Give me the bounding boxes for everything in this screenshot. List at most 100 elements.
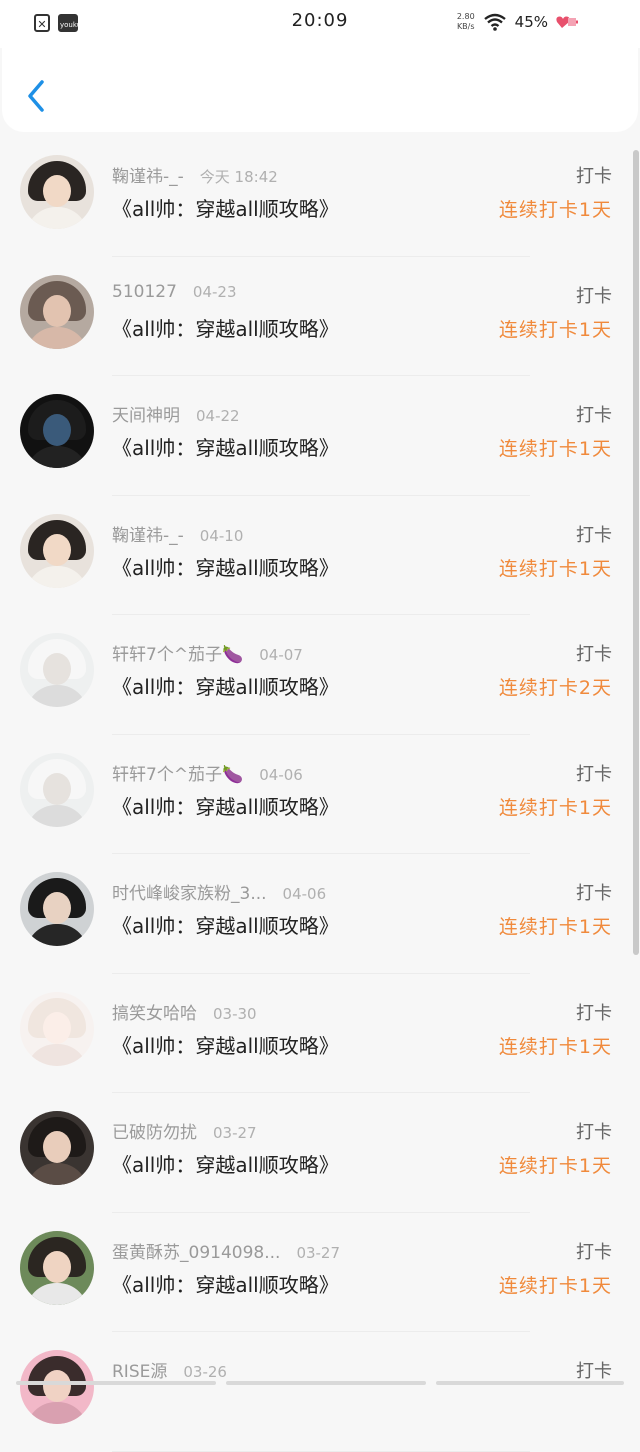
list-item[interactable]: 已破防勿扰 03-27 《all帅：穿越all顺攻略》 打卡 连续打卡1天 bbox=[0, 1093, 630, 1213]
avatar-body bbox=[26, 446, 88, 468]
avatar-body bbox=[26, 804, 88, 827]
avatar-face bbox=[43, 653, 71, 685]
user-name[interactable]: 天间神明 bbox=[112, 406, 180, 426]
list-item[interactable]: 510127 04-23 《all帅：穿越all顺攻略》 打卡 连续打卡1天 bbox=[0, 257, 630, 376]
post-date: 03-26 bbox=[183, 1363, 227, 1381]
battery-percent: 45% bbox=[514, 13, 548, 31]
post-date: 03-30 bbox=[213, 1004, 257, 1023]
streak-label: 连续打卡1天 bbox=[498, 916, 612, 938]
user-name[interactable]: 510127 bbox=[112, 282, 177, 302]
avatar[interactable] bbox=[20, 1230, 94, 1305]
avatar-body bbox=[26, 207, 88, 229]
avatar[interactable] bbox=[20, 633, 94, 707]
avatar[interactable] bbox=[20, 991, 94, 1066]
book-title[interactable]: 《all帅：穿越all顺攻略》 bbox=[112, 193, 339, 222]
post-date: 03-27 bbox=[296, 1243, 341, 1262]
avatar-face bbox=[43, 414, 71, 446]
checkin-label: 打卡 bbox=[576, 285, 612, 307]
post-date: 04-23 bbox=[192, 282, 237, 301]
avatar[interactable] bbox=[20, 872, 94, 946]
checkin-label: 打卡 bbox=[576, 1361, 612, 1382]
streak-label: 连续打卡1天 bbox=[498, 438, 612, 460]
avatar[interactable] bbox=[20, 274, 94, 349]
list-item[interactable]: 鞠谨祎-_- 今天 18:42 《all帅：穿越all顺攻略》 打卡 连续打卡1天 bbox=[0, 137, 630, 257]
user-name[interactable]: RISE源 bbox=[112, 1362, 167, 1382]
avatar[interactable] bbox=[20, 752, 94, 827]
user-meta: 蛋黄酥苏_0914098... 03-27 bbox=[112, 1238, 340, 1263]
user-meta: 鞠谨祎-_- 04-10 bbox=[112, 521, 243, 546]
list-item[interactable]: 轩轩7个^茄子🍆 04-07 《all帅：穿越all顺攻略》 打卡 连续打卡2天 bbox=[0, 615, 630, 735]
user-meta: 鞠谨祎-_- 今天 18:42 bbox=[112, 162, 278, 187]
avatar-face bbox=[43, 772, 71, 805]
avatar[interactable] bbox=[20, 394, 94, 468]
avatar-face bbox=[43, 175, 71, 207]
book-title[interactable]: 《all帅：穿越all顺攻略》 bbox=[112, 1030, 339, 1059]
avatar-face bbox=[43, 294, 71, 327]
post-date: 03-27 bbox=[213, 1124, 257, 1142]
avatar[interactable] bbox=[20, 1111, 94, 1185]
book-title[interactable]: 《all帅：穿越all顺攻略》 bbox=[112, 1149, 339, 1178]
user-meta: 天间神明 04-22 bbox=[112, 401, 240, 426]
user-meta: RISE源 03-26 bbox=[112, 1357, 227, 1382]
list-item[interactable]: RISE源 03-26 打卡 bbox=[0, 1332, 630, 1452]
avatar-face bbox=[43, 1131, 71, 1163]
avatar[interactable] bbox=[20, 155, 94, 229]
avatar[interactable] bbox=[20, 1350, 94, 1424]
checkin-list: 鞠谨祎-_- 今天 18:42 《all帅：穿越all顺攻略》 打卡 连续打卡1天… bbox=[0, 137, 630, 1452]
user-name[interactable]: 时代峰峻家族粉_3... bbox=[112, 884, 267, 904]
user-meta: 轩轩7个^茄子🍆 04-06 bbox=[112, 760, 303, 785]
streak-label: 连续打卡1天 bbox=[498, 199, 612, 221]
avatar-body bbox=[26, 326, 88, 349]
post-date: 04-06 bbox=[282, 885, 327, 903]
book-title[interactable]: 《all帅：穿越all顺攻略》 bbox=[112, 313, 339, 342]
user-name[interactable]: 搞笑女哈哈 bbox=[112, 1004, 197, 1024]
streak-label: 连续打卡1天 bbox=[498, 557, 612, 580]
user-meta: 时代峰峻家族粉_3... 04-06 bbox=[112, 879, 326, 904]
user-name[interactable]: 轩轩7个^茄子🍆 bbox=[112, 765, 243, 785]
streak-label: 连续打卡1天 bbox=[498, 318, 612, 341]
book-title[interactable]: 《all帅：穿越all顺攻略》 bbox=[112, 791, 339, 820]
checkin-label: 打卡 bbox=[576, 405, 612, 426]
list-item[interactable]: 时代峰峻家族粉_3... 04-06 《all帅：穿越all顺攻略》 打卡 连续打… bbox=[0, 854, 630, 974]
streak-label: 连续打卡1天 bbox=[498, 1035, 612, 1058]
wifi-icon bbox=[483, 13, 506, 31]
user-name[interactable]: 鞠谨祎-_- bbox=[112, 167, 184, 187]
list-item[interactable]: 鞠谨祎-_- 04-10 《all帅：穿越all顺攻略》 打卡 连续打卡1天 bbox=[0, 496, 630, 615]
bottom-indicator bbox=[16, 1381, 624, 1385]
avatar-body bbox=[26, 1282, 88, 1305]
network-speed-value: 2.80 bbox=[456, 12, 475, 21]
post-date: 04-06 bbox=[259, 765, 303, 784]
avatar-body bbox=[26, 565, 88, 588]
user-name[interactable]: 鞠谨祎-_- bbox=[112, 526, 184, 546]
list-item[interactable]: 搞笑女哈哈 03-30 《all帅：穿越all顺攻略》 打卡 连续打卡1天 bbox=[0, 974, 630, 1093]
checkin-label: 打卡 bbox=[576, 1241, 612, 1263]
avatar-face bbox=[43, 1370, 71, 1402]
checkin-label: 打卡 bbox=[576, 166, 612, 187]
status-bar: ✕ youku 20:09 2.80 KB/s 45% bbox=[0, 0, 640, 48]
list-item[interactable]: 蛋黄酥苏_0914098... 03-27 《all帅：穿越all顺攻略》 打卡 … bbox=[0, 1213, 630, 1332]
book-title[interactable]: 《all帅：穿越all顺攻略》 bbox=[112, 671, 339, 700]
scrollbar[interactable] bbox=[633, 150, 639, 955]
checkin-label: 打卡 bbox=[576, 883, 612, 904]
battery-heart-icon bbox=[556, 16, 578, 28]
back-arrow-icon[interactable] bbox=[24, 78, 48, 114]
user-name[interactable]: 已破防勿扰 bbox=[112, 1123, 197, 1143]
avatar-body bbox=[26, 1043, 88, 1066]
book-title[interactable]: 《all帅：穿越all顺攻略》 bbox=[112, 432, 339, 461]
network-speed: 2.80 KB/s bbox=[457, 12, 475, 32]
list-item[interactable]: 天间神明 04-22 《all帅：穿越all顺攻略》 打卡 连续打卡1天 bbox=[0, 376, 630, 496]
user-name[interactable]: 轩轩7个^茄子🍆 bbox=[112, 645, 243, 665]
avatar-face bbox=[43, 1011, 71, 1044]
avatar[interactable] bbox=[20, 513, 94, 588]
network-speed-unit: KB/s bbox=[456, 22, 475, 31]
user-name[interactable]: 蛋黄酥苏_0914098... bbox=[112, 1243, 280, 1263]
book-title[interactable]: 《all帅：穿越all顺攻略》 bbox=[112, 1269, 339, 1298]
list-item[interactable]: 轩轩7个^茄子🍆 04-06 《all帅：穿越all顺攻略》 打卡 连续打卡1天 bbox=[0, 735, 630, 854]
avatar-face bbox=[43, 892, 71, 924]
book-title[interactable]: 《all帅：穿越all顺攻略》 bbox=[112, 910, 339, 939]
avatar-body bbox=[26, 1402, 88, 1424]
post-date: 04-22 bbox=[196, 407, 240, 425]
book-title[interactable]: 《all帅：穿越all顺攻略》 bbox=[112, 552, 339, 581]
avatar-face bbox=[43, 533, 71, 566]
checkin-label: 打卡 bbox=[576, 1122, 612, 1143]
